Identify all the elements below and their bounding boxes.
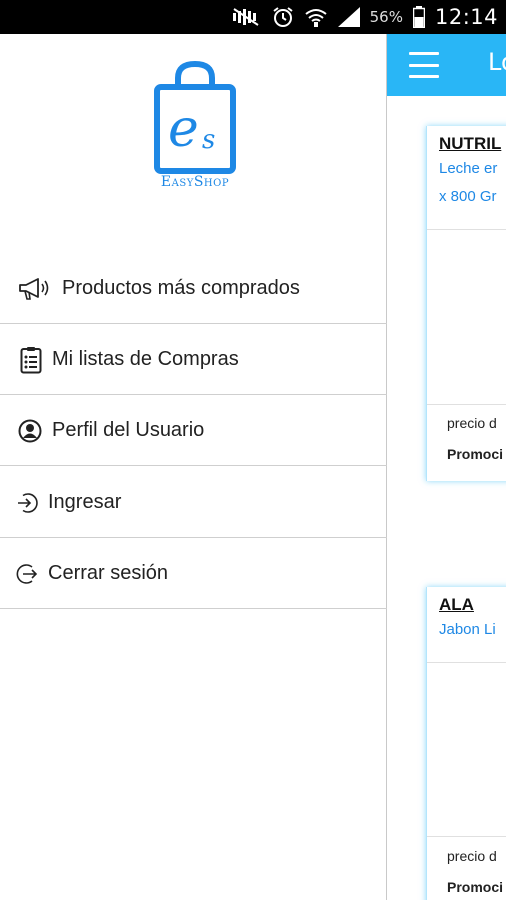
clipboard-list-icon: [20, 346, 42, 374]
easyshop-logo: e s EasyShop: [140, 60, 250, 200]
drawer-item-label: Mi listas de Compras: [52, 348, 239, 370]
price-label: precio d: [447, 848, 497, 864]
drawer-item-user-profile[interactable]: Perfil del Usuario: [0, 396, 387, 466]
promo-label: Promoci: [447, 879, 504, 895]
logo-text: EasyShop: [160, 174, 230, 190]
drawer-item-shopping-lists[interactable]: Mi listas de Compras: [0, 325, 387, 395]
product-card[interactable]: ALA Jabon Li precio d Promoci: [426, 587, 506, 900]
product-card[interactable]: NUTRIL Leche er x 800 Gr precio d Promoc…: [426, 126, 506, 481]
hamburger-menu-icon[interactable]: [409, 52, 439, 78]
drawer-item-label: Ingresar: [48, 491, 122, 513]
svg-text:e: e: [168, 99, 199, 159]
status-bar: 56% 12:14: [0, 0, 506, 34]
card-divider: [427, 229, 506, 230]
wifi-icon: [304, 7, 328, 27]
product-description: x 800 Gr: [439, 188, 497, 205]
drawer-item-label: Perfil del Usuario: [52, 419, 205, 441]
card-divider: [427, 404, 506, 405]
price-label: precio d: [447, 415, 497, 431]
card-divider: [427, 662, 506, 663]
battery-icon: [412, 6, 425, 28]
navigation-drawer: e s EasyShop Productos más comprados Mi …: [0, 34, 387, 900]
battery-percent: 56%: [369, 8, 403, 26]
alarm-icon: [272, 6, 294, 28]
product-description: Leche er: [439, 160, 498, 177]
promo-label: Promoci: [447, 446, 504, 462]
user-profile-icon: [18, 419, 42, 443]
mute-icon: [232, 8, 262, 26]
logout-icon: [16, 563, 38, 585]
product-description: Jabon Li: [439, 621, 496, 638]
product-brand: NUTRIL: [439, 134, 502, 153]
app-title: Lo: [488, 48, 506, 76]
drawer-item-login[interactable]: Ingresar: [0, 468, 387, 538]
clock: 12:14: [434, 5, 498, 29]
drawer-item-label: Cerrar sesión: [48, 562, 169, 584]
card-divider: [427, 836, 506, 837]
login-icon: [16, 492, 38, 514]
drawer-item-most-purchased[interactable]: Productos más comprados: [0, 254, 387, 324]
megaphone-icon: [18, 276, 52, 302]
signal-icon: [337, 7, 360, 27]
svg-text:s: s: [202, 125, 215, 155]
drawer-item-logout[interactable]: Cerrar sesión: [0, 539, 387, 609]
drawer-item-label: Productos más comprados: [62, 277, 300, 299]
product-brand: ALA: [439, 595, 474, 614]
